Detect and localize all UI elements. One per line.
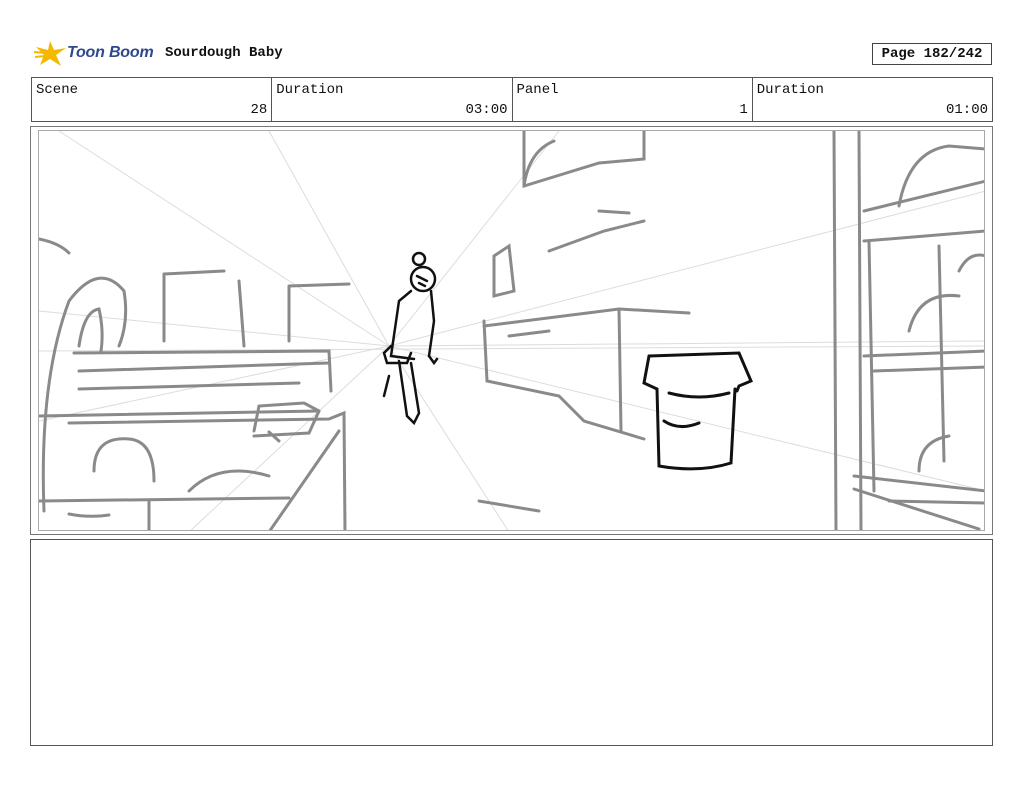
toon-boom-logo: Toon Boom bbox=[34, 38, 159, 70]
storyboard-info-row: Scene 28 Duration 03:00 Panel 1 Duration… bbox=[31, 77, 993, 122]
scene-duration-value: 03:00 bbox=[465, 102, 508, 118]
project-title: Sourdough Baby bbox=[165, 45, 283, 61]
scene-label: Scene bbox=[36, 82, 79, 98]
panel-cell: Panel 1 bbox=[513, 78, 753, 121]
panel-sketch bbox=[38, 130, 985, 531]
toon-boom-star-icon bbox=[34, 41, 66, 66]
store-aisle-sketch bbox=[39, 131, 984, 530]
character-sketch bbox=[382, 251, 439, 426]
panel-label: Panel bbox=[516, 82, 559, 98]
panel-duration-value: 01:00 bbox=[945, 102, 988, 118]
scene-duration-cell: Duration 03:00 bbox=[272, 78, 513, 121]
panel-duration-cell: Duration 01:00 bbox=[753, 78, 992, 121]
scene-value: 28 bbox=[250, 102, 268, 118]
notes-area bbox=[30, 539, 993, 746]
scene-duration-label: Duration bbox=[276, 82, 344, 98]
panel-value: 1 bbox=[739, 102, 748, 118]
page-number: Page 182/242 bbox=[872, 43, 992, 65]
trash-bin-sketch bbox=[642, 351, 753, 471]
logo-text: Toon Boom bbox=[67, 44, 154, 61]
scene-cell: Scene 28 bbox=[32, 78, 273, 121]
panel-duration-label: Duration bbox=[756, 82, 824, 98]
